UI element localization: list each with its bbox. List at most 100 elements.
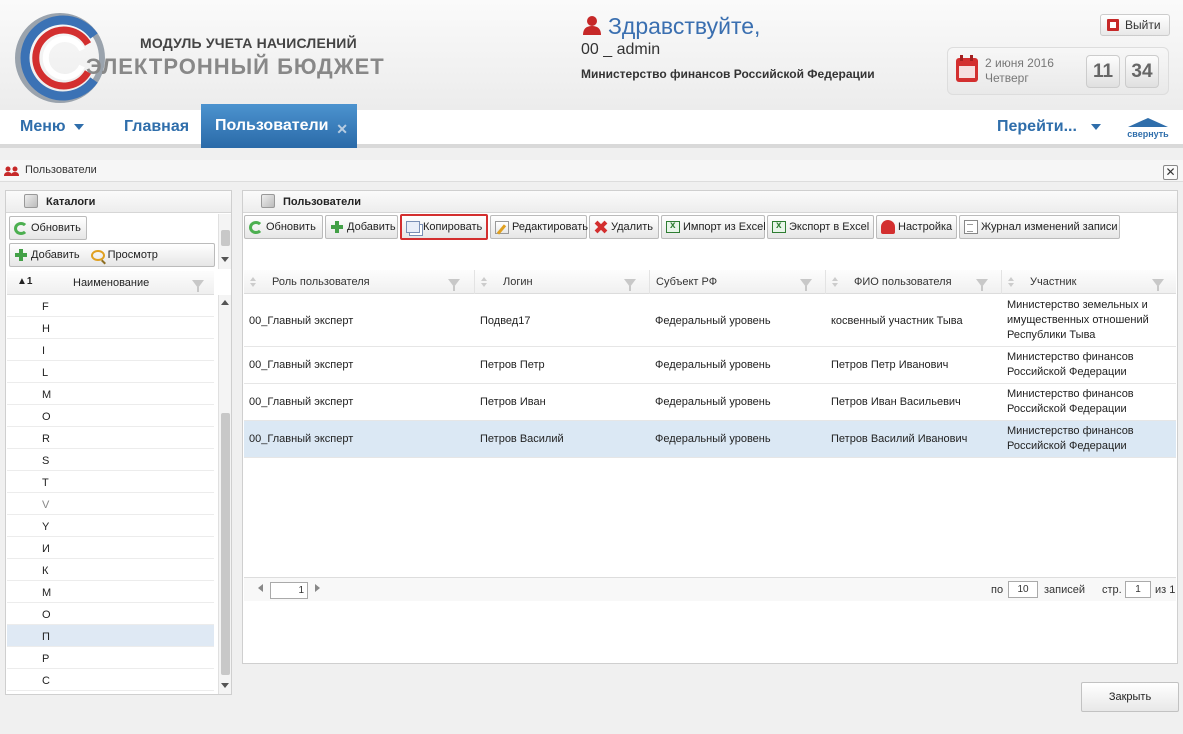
- scroll-thumb[interactable]: [221, 230, 230, 246]
- scroll-down-arrow[interactable]: [221, 257, 229, 262]
- catalog-item[interactable]: Y: [7, 515, 214, 537]
- total-pages-label: из 1: [1155, 584, 1176, 596]
- catalog-item[interactable]: О: [7, 603, 214, 625]
- current-page-input[interactable]: 1: [1125, 581, 1151, 598]
- catalog-refresh-button[interactable]: Обновить: [9, 216, 87, 240]
- column-subject-label: Субъект РФ: [656, 276, 718, 288]
- column-fio[interactable]: ФИО пользователя: [826, 270, 1002, 294]
- catalog-list-scrollbar[interactable]: [218, 295, 231, 694]
- next-page-arrow[interactable]: [315, 584, 320, 592]
- scroll-up-arrow[interactable]: [221, 300, 229, 305]
- table-row[interactable]: 00_Главный эксперт Подвед17 Федеральный ур…: [244, 295, 1176, 347]
- cube-icon: [24, 194, 38, 208]
- column-participant[interactable]: Участник: [1002, 270, 1176, 294]
- catalog-column-header[interactable]: ▲1 Наименование: [7, 271, 214, 295]
- catalog-item[interactable]: O: [7, 405, 214, 427]
- column-role-label: Роль пользователя: [272, 276, 370, 288]
- catalog-item[interactable]: R: [7, 427, 214, 449]
- column-subject[interactable]: Субъект РФ: [650, 270, 826, 294]
- filter-icon[interactable]: [976, 279, 988, 291]
- cell-subject-text: Федеральный уровень: [655, 359, 771, 371]
- goto-dropdown[interactable]: Перейти...: [997, 118, 1101, 136]
- log-icon: [964, 220, 978, 234]
- catalog-item[interactable]: H: [7, 317, 214, 339]
- export-excel-button[interactable]: Экспорт в Excel: [767, 215, 874, 239]
- menu-dropdown[interactable]: Меню: [20, 118, 84, 136]
- table-row[interactable]: 00_Главный эксперт Петров Василий Федераль…: [244, 421, 1176, 458]
- catalog-item[interactable]: S: [7, 449, 214, 471]
- cell-role-text: 00_Главный эксперт: [249, 314, 354, 327]
- catalog-item[interactable]: М: [7, 581, 214, 603]
- clock-hour: 11: [1086, 55, 1120, 88]
- catalog-view-button[interactable]: Просмотр: [108, 249, 158, 261]
- collapse-header-button[interactable]: свернуть: [1126, 118, 1170, 139]
- prev-page-arrow[interactable]: [258, 584, 263, 592]
- catalog-item[interactable]: И: [7, 537, 214, 559]
- tab-users[interactable]: Пользователи ✕: [201, 104, 357, 148]
- catalog-item[interactable]: T: [7, 471, 214, 493]
- catalog-item[interactable]: К: [7, 559, 214, 581]
- column-login[interactable]: Логин: [475, 270, 650, 294]
- users-edit-label: Редактировать: [512, 221, 588, 233]
- records-label: записей: [1044, 584, 1086, 596]
- catalog-item[interactable]: F: [7, 295, 214, 317]
- sort-icon: [250, 277, 256, 287]
- excel-icon: [772, 220, 786, 233]
- current-username: 00 _ admin: [581, 41, 661, 58]
- catalog-item[interactable]: Р: [7, 647, 214, 669]
- catalog-item[interactable]: M: [7, 383, 214, 405]
- cell-fio: Петров Василий Иванович: [831, 421, 967, 457]
- cell-fio: Петров Иван Васильевич: [831, 384, 961, 420]
- page-number-input[interactable]: 1: [270, 582, 308, 599]
- collapse-label: свернуть: [1127, 129, 1169, 139]
- scroll-down-arrow[interactable]: [221, 683, 229, 688]
- catalog-item[interactable]: П: [7, 625, 214, 647]
- user-icon: [583, 16, 601, 35]
- catalog-toolbar-scrollbar[interactable]: [218, 214, 231, 269]
- tab-home[interactable]: Главная: [124, 118, 189, 136]
- users-copy-button[interactable]: Копировать: [400, 214, 488, 240]
- table-row[interactable]: 00_Главный эксперт Петров Петр Федеральный…: [244, 347, 1176, 384]
- users-delete-button[interactable]: Удалить: [589, 215, 659, 239]
- column-role[interactable]: Роль пользователя: [244, 270, 475, 294]
- chevron-up-icon: [1128, 118, 1168, 127]
- catalog-add-button[interactable]: Добавить: [31, 249, 80, 261]
- cell-login-text: Петров Василий: [480, 433, 564, 445]
- logout-icon: [1107, 19, 1119, 31]
- users-add-button[interactable]: Добавить: [325, 215, 398, 239]
- catalog-item[interactable]: I: [7, 339, 214, 361]
- import-excel-button[interactable]: Импорт из Excel: [661, 215, 766, 239]
- users-refresh-button[interactable]: Обновить: [244, 215, 323, 239]
- close-button[interactable]: Закрыть: [1081, 682, 1179, 712]
- change-log-button[interactable]: Журнал изменений записи: [959, 215, 1120, 239]
- edit-icon: [495, 220, 509, 234]
- filter-icon[interactable]: [624, 279, 636, 291]
- catalog-item[interactable]: L: [7, 361, 214, 383]
- table-row[interactable]: 00_Главный эксперт Петров Иван Федеральный…: [244, 384, 1176, 421]
- close-page-button[interactable]: ✕: [1163, 165, 1178, 180]
- catalog-item[interactable]: V: [7, 493, 214, 515]
- cell-login-text: Петров Петр: [480, 359, 545, 371]
- filter-icon[interactable]: [192, 280, 204, 292]
- cell-participant-text: Министерство финансов Российской Федерац…: [1007, 425, 1134, 452]
- filter-icon[interactable]: [1152, 279, 1164, 291]
- cell-login: Петров Василий: [480, 421, 564, 457]
- cell-subject-text: Федеральный уровень: [655, 396, 771, 408]
- search-icon: [90, 249, 105, 261]
- cell-fio-text: Петров Петр Иванович: [831, 359, 949, 371]
- catalog-refresh-label: Обновить: [31, 222, 81, 234]
- catalog-item[interactable]: С: [7, 669, 214, 691]
- cell-fio: косвенный участник Тыва: [831, 295, 963, 346]
- filter-icon[interactable]: [800, 279, 812, 291]
- filter-icon[interactable]: [448, 279, 460, 291]
- settings-icon: [881, 220, 895, 234]
- users-edit-button[interactable]: Редактировать: [490, 215, 588, 239]
- logout-button[interactable]: Выйти: [1100, 14, 1170, 36]
- scroll-thumb[interactable]: [221, 413, 230, 675]
- settings-button[interactable]: Настройка: [876, 215, 957, 239]
- per-page-input[interactable]: 10: [1008, 581, 1038, 598]
- close-tab-icon[interactable]: ✕: [336, 121, 348, 138]
- change-log-label: Журнал изменений записи: [981, 221, 1118, 233]
- cell-fio-text: Петров Иван Васильевич: [831, 396, 961, 408]
- cell-subject: Федеральный уровень: [655, 421, 771, 457]
